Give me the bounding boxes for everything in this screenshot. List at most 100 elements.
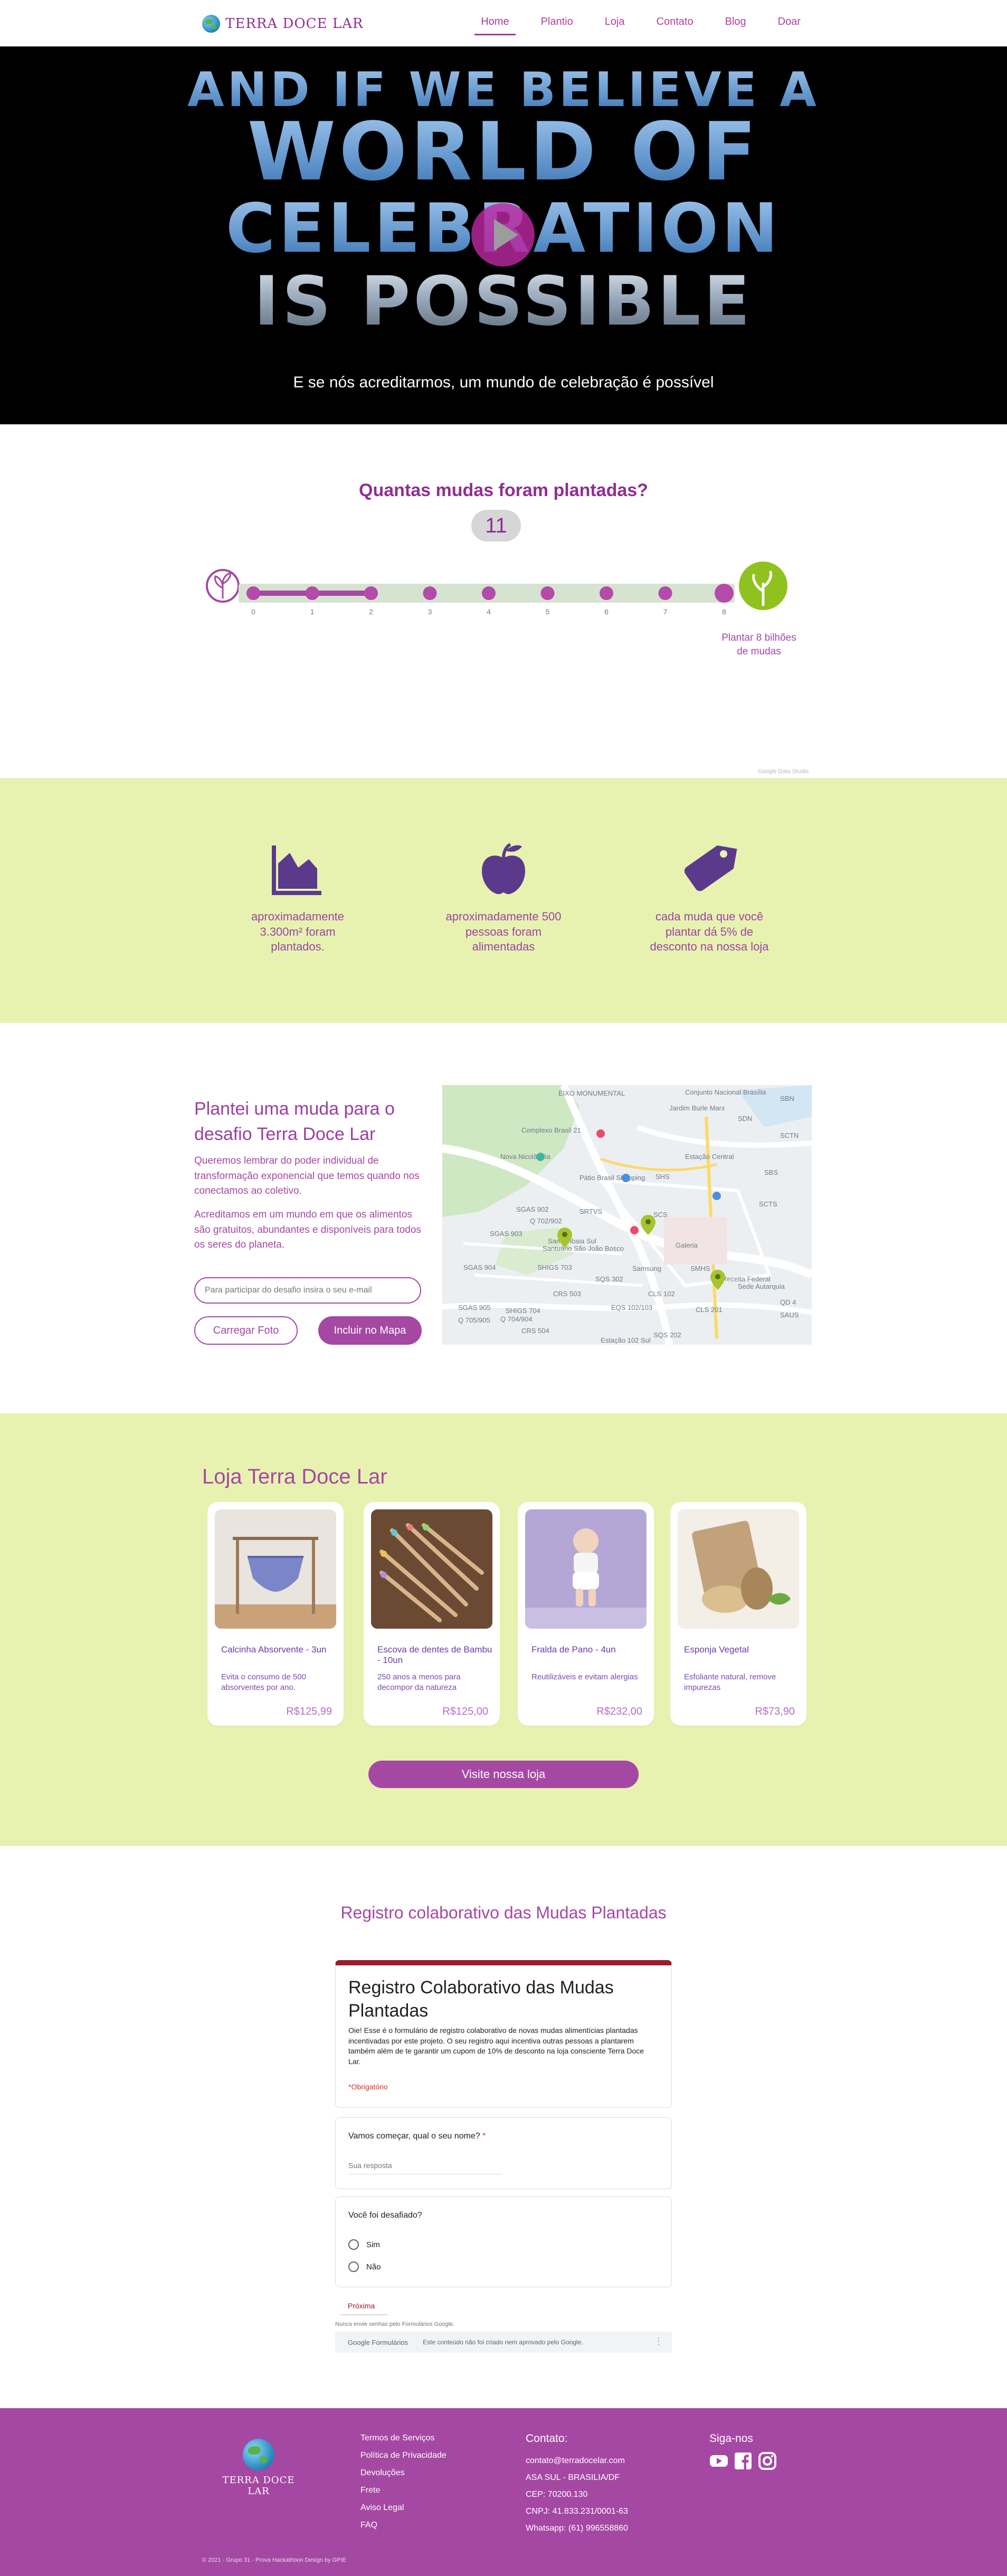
google-forms-logo[interactable]: Google Formulários (348, 2339, 408, 2346)
map-label: Samambaia Sul (548, 1237, 596, 1245)
timeline-dot-2 (364, 586, 378, 600)
product-image-sponge[interactable] (678, 1509, 799, 1629)
product-card-1[interactable]: Calcinha Absorvente - 3un Evita o consum… (207, 1502, 344, 1726)
map-label: EIXO MONUMENTAL (558, 1089, 625, 1097)
stat-people-text: aproximadamente 500 pessoas foram alimenta… (445, 910, 562, 954)
email-input[interactable] (194, 1277, 421, 1304)
product-card-3[interactable]: Fralda de Pano - 4un Reutilizáveis e evi… (518, 1502, 654, 1726)
map-label: SHIGS 704 (506, 1307, 540, 1315)
product-price: R$125,99 (286, 1706, 332, 1717)
link-faq[interactable]: FAQ (360, 2516, 446, 2534)
chart-icon (272, 845, 321, 895)
link-privacidade[interactable]: Política de Privacidade (360, 2447, 446, 2464)
more-options-icon[interactable]: ⋮ (654, 2336, 663, 2347)
contact-email[interactable]: contato@terradocelar.com (526, 2453, 628, 2469)
nav-plantio[interactable]: Plantio (541, 16, 573, 28)
product-desc: Esfoliante natural, remove impurezas (684, 1672, 776, 1692)
map-label: Galeria (676, 1241, 698, 1249)
visit-store-button[interactable]: Visite nossa loja (368, 1761, 639, 1788)
main-nav: Home Plantio Loja Contato Blog Doar (449, 16, 801, 35)
product-image-underwear[interactable] (215, 1509, 336, 1629)
youtube-icon[interactable] (709, 2451, 728, 2470)
product-image-toothbrush[interactable] (371, 1509, 492, 1629)
footer-contact: Contato: contato@terradocelar.com ASA SU… (526, 2432, 628, 2537)
next-button[interactable]: Próxima (335, 2296, 388, 2315)
store-title: Loja Terra Doce Lar (202, 1465, 387, 1488)
nav-contato[interactable]: Contato (657, 16, 694, 28)
question-challenged: Você foi desafiado? (348, 2211, 422, 2220)
timeline-dot-0 (246, 586, 260, 600)
planting-counter: Quantas mudas foram plantadas? 11 012345… (0, 424, 1007, 778)
footer-logo[interactable]: TERRA DOCE LAR (222, 2439, 296, 2497)
upload-photo-button[interactable]: Carregar Foto (194, 1316, 298, 1345)
radio-nao[interactable]: Não (348, 2261, 381, 2272)
contact-cep: CEP: 70200.130 (526, 2490, 588, 2499)
facebook-icon[interactable] (734, 2451, 753, 2470)
plant-challenge: Plantei uma muda para o desafio Terra Do… (0, 1023, 1007, 1413)
required-note: *Obrigatório (348, 2083, 388, 2091)
contact-whatsapp[interactable]: Whatsapp: (61) 996558860 (526, 2520, 628, 2537)
planting-map[interactable]: EIXO MONUMENTAL Conjunto Nacional Brasíli… (442, 1085, 812, 1345)
product-name[interactable]: Fralda de Pano - 4un (531, 1645, 648, 1655)
timeline-dot-1 (305, 586, 319, 600)
footer-logo-text: TERRA DOCE LAR (222, 2475, 295, 2497)
timeline-tick-label-6: 6 (604, 607, 609, 616)
link-termos[interactable]: Termos de Serviços (360, 2429, 446, 2447)
google-forms-bar: Google Formulários Este conteúdo não foi… (335, 2332, 672, 2353)
timeline-tick-label-3: 3 (428, 607, 432, 616)
never-submit-note: Nunca envie senhas pelo Formulários Goog… (335, 2321, 455, 2327)
footer-social: Siga-nos (709, 2432, 777, 2470)
product-desc: Reutilizáveis e evitam alergias (531, 1672, 638, 1681)
nav-doar[interactable]: Doar (778, 16, 801, 28)
map-label: SGAS 903 (490, 1230, 522, 1238)
product-image-diaper[interactable] (525, 1509, 647, 1629)
map-label: SCS (653, 1211, 668, 1219)
map-canvas[interactable]: EIXO MONUMENTAL Conjunto Nacional Brasíli… (442, 1085, 812, 1345)
map-label: SBS (764, 1168, 778, 1176)
map-label: CRS 503 (553, 1290, 581, 1298)
link-frete[interactable]: Frete (360, 2482, 446, 2499)
radio-circle-icon[interactable] (348, 2239, 359, 2250)
product-name[interactable]: Calcinha Absorvente - 3un (221, 1645, 337, 1655)
hero-title-line-4: IS POSSIBLE (0, 268, 1007, 336)
map-label: Q 705/905 (458, 1316, 490, 1324)
link-devolucoes[interactable]: Devoluções (360, 2464, 446, 2482)
map-label: Q 702/902 (530, 1217, 562, 1225)
include-map-button[interactable]: Incluir no Mapa (318, 1316, 422, 1345)
footer-links: Termos de Serviços Política de Privacida… (360, 2429, 446, 2534)
timeline-dot-5 (540, 586, 555, 600)
map-label: Complexo Brasil 21 (521, 1126, 581, 1134)
seedling-icon (206, 569, 240, 603)
hero-title-line-2: WORLD OF (0, 112, 1007, 192)
product-card-4[interactable]: Esponja Vegetal Esfoliante natural, remo… (670, 1502, 806, 1726)
product-card-2[interactable]: Escova de dentes de Bambu - 10un 250 ano… (364, 1502, 500, 1726)
progress-timeline: 0 1 2 3 4 5 6 7 8 Plantar 8 bilhões de mudas (206, 562, 796, 657)
tree-goal-icon (739, 562, 787, 610)
challenge-title: Plantei uma muda para o desafio Terra Do… (194, 1099, 395, 1144)
radio-circle-icon[interactable] (348, 2261, 359, 2272)
hero-caption: E se nós acreditarmos, um mundo de celeb… (293, 374, 714, 391)
map-label: SGAS 904 (463, 1263, 496, 1271)
nav-blog[interactable]: Blog (725, 16, 746, 28)
social-title: Siga-nos (709, 2432, 753, 2445)
site-logo[interactable]: TERRA DOCE LAR (202, 15, 363, 33)
site-header: TERRA DOCE LAR Home Plantio Loja Contato… (0, 0, 1007, 46)
registration-form-section: Registro colaborativo das Mudas Plantada… (0, 1846, 1007, 2408)
form-description: Oie! Esse é o formulário de registro col… (348, 2026, 644, 2066)
play-button[interactable] (471, 203, 535, 267)
map-label: SQS 202 (653, 1331, 681, 1339)
map-label: SQS 302 (595, 1275, 623, 1283)
product-name[interactable]: Escova de dentes de Bambu - 10un (377, 1645, 493, 1666)
radio-sim[interactable]: Sim (348, 2239, 380, 2250)
nav-loja[interactable]: Loja (605, 16, 625, 28)
name-input[interactable]: Sua resposta (348, 2161, 501, 2174)
product-name[interactable]: Esponja Vegetal (684, 1645, 800, 1655)
stat-area: aproximadamente 3.300m² foram plantados. (224, 840, 372, 955)
nav-home[interactable]: Home (474, 16, 516, 35)
hero-video[interactable]: AND IF WE BELIEVE A WORLD OF CELEBRATION… (0, 46, 1007, 424)
product-price: R$125,00 (442, 1706, 488, 1717)
product-price: R$73,90 (755, 1706, 795, 1717)
instagram-icon[interactable] (758, 2451, 777, 2470)
timeline-tick-label-1: 1 (310, 607, 315, 616)
link-aviso-legal[interactable]: Aviso Legal (360, 2499, 446, 2516)
